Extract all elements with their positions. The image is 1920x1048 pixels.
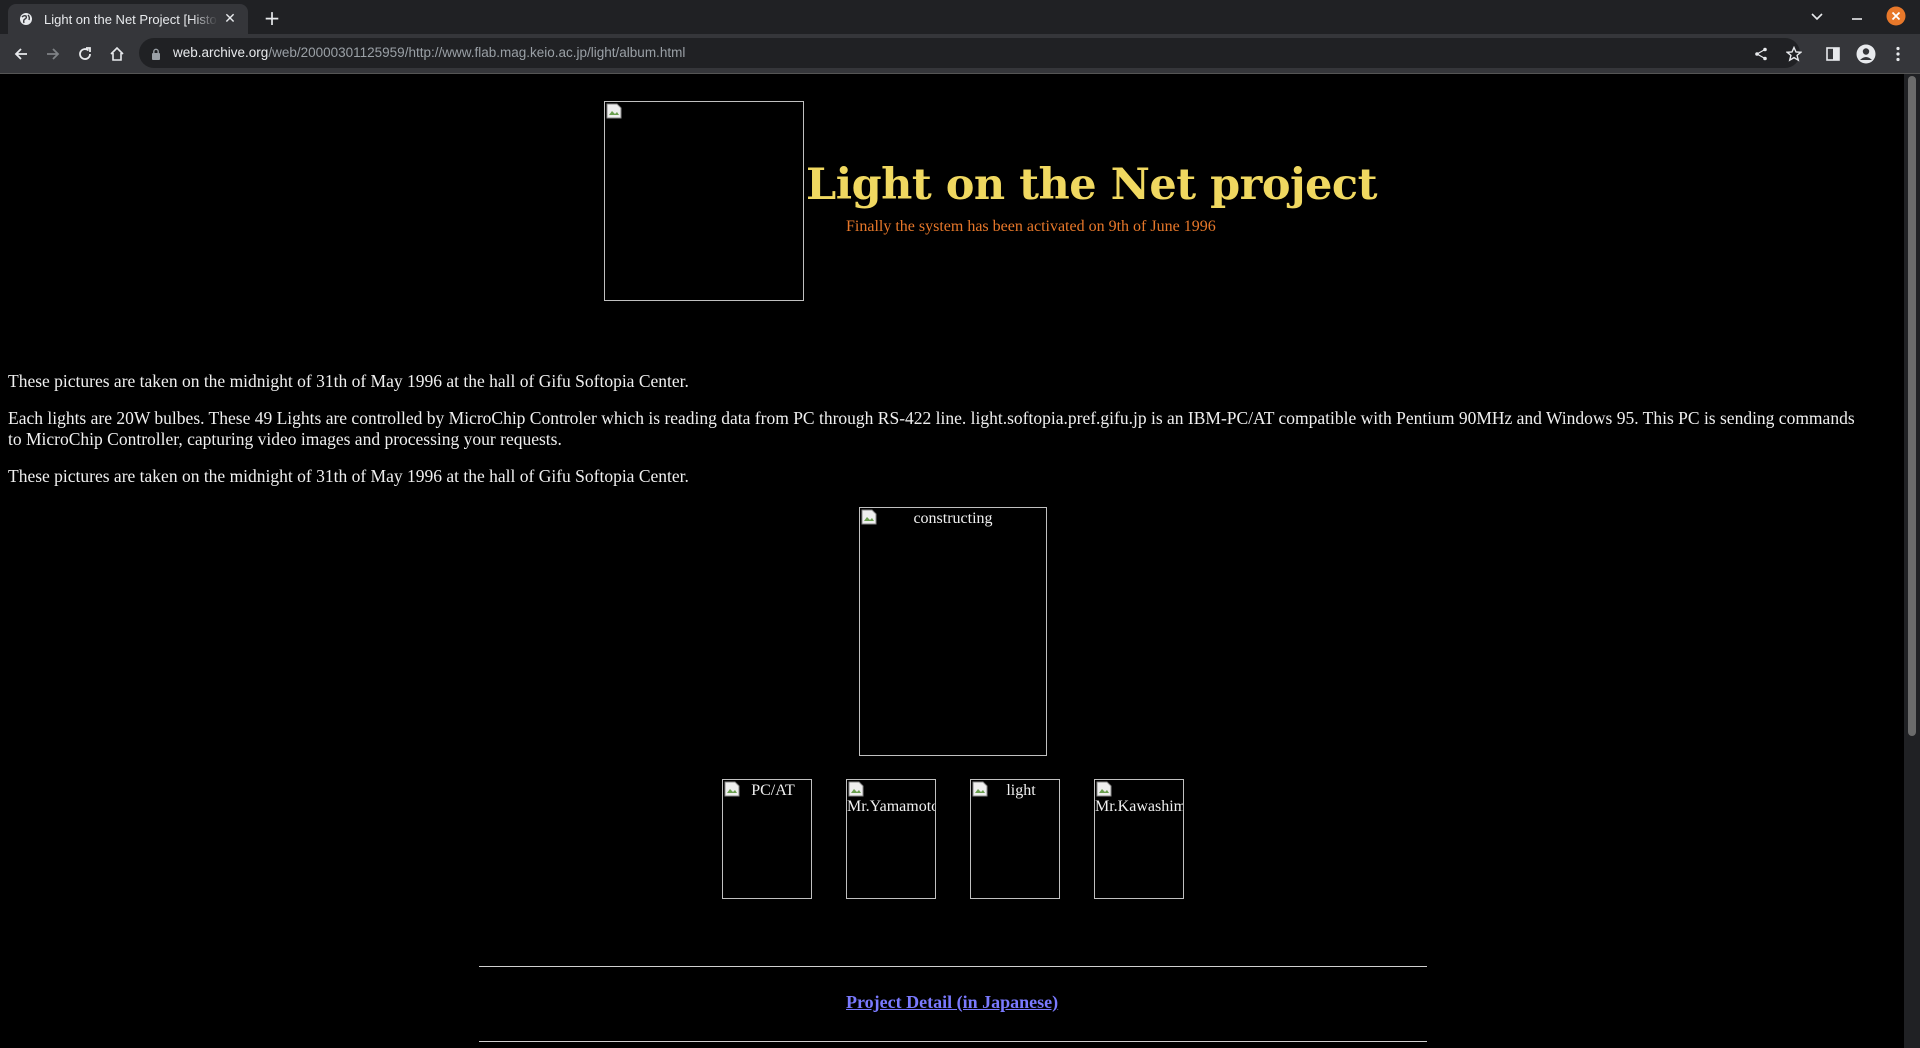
page-viewport: Light on the Net project Finally the sys… — [0, 74, 1904, 1048]
tab-active[interactable]: Light on the Net Project [History] ✕ — [8, 4, 248, 34]
page-title: Light on the Net project — [806, 160, 1377, 210]
thumb-light[interactable]: light — [970, 779, 1060, 899]
side-panel-icon[interactable] — [1822, 43, 1844, 65]
thumb-light-alt: light — [1006, 782, 1036, 799]
reload-icon[interactable] — [74, 43, 96, 65]
back-icon[interactable] — [10, 43, 32, 65]
share-icon[interactable] — [1750, 43, 1772, 65]
page-subtitle: Finally the system has been activated on… — [846, 218, 1216, 235]
minimize-icon[interactable] — [1847, 7, 1867, 27]
bookmark-star-icon[interactable] — [1783, 43, 1805, 65]
home-icon[interactable] — [106, 43, 128, 65]
divider-top — [479, 966, 1427, 967]
broken-image-icon — [606, 103, 622, 119]
tab-search-chevron-icon[interactable] — [1807, 7, 1827, 27]
banner-image — [604, 101, 804, 301]
url-text: web.archive.org/web/20000301125959/http:… — [173, 45, 686, 60]
thumb-yamamoto-alt: Mr.Yamamoto — [847, 798, 936, 815]
thumb-kawashima-alt: Mr.Kawashima — [1095, 798, 1184, 815]
close-window-icon[interactable] — [1886, 6, 1906, 26]
new-tab-icon[interactable]: + — [262, 8, 282, 28]
thumb-kawashima[interactable]: Mr.Kawashima — [1094, 779, 1184, 899]
globe-icon — [18, 11, 34, 27]
profile-avatar-icon[interactable] — [1855, 43, 1877, 65]
vertical-scrollbar[interactable] — [1904, 74, 1920, 1048]
repeat-paragraph: These pictures are taken on the midnight… — [8, 466, 689, 486]
thumb-pcat-alt: PC/AT — [751, 782, 795, 799]
toolbar: web.archive.org/web/20000301125959/http:… — [0, 34, 1920, 74]
divider-bottom — [479, 1041, 1427, 1042]
menu-kebab-icon[interactable] — [1887, 43, 1909, 65]
intro-paragraph: These pictures are taken on the midnight… — [8, 371, 689, 391]
address-bar[interactable]: web.archive.org/web/20000301125959/http:… — [139, 38, 1800, 68]
tab-close-icon[interactable]: ✕ — [222, 11, 238, 27]
thumb-yamamoto[interactable]: Mr.Yamamoto — [846, 779, 936, 899]
tab-title: Light on the Net Project [History] — [44, 11, 218, 27]
scrollbar-thumb[interactable] — [1908, 76, 1916, 736]
main-photo-alt: constructing — [913, 510, 993, 527]
project-detail-link[interactable]: Project Detail (in Japanese) — [846, 992, 1058, 1013]
description-paragraph: Each lights are 20W bulbes. These 49 Lig… — [8, 408, 1855, 449]
thumb-pcat[interactable]: PC/AT — [722, 779, 812, 899]
main-photo[interactable]: constructing — [859, 507, 1047, 756]
forward-icon[interactable] — [42, 43, 64, 65]
lock-icon[interactable] — [151, 46, 161, 65]
tab-strip: Light on the Net Project [History] ✕ + — [0, 0, 1920, 34]
